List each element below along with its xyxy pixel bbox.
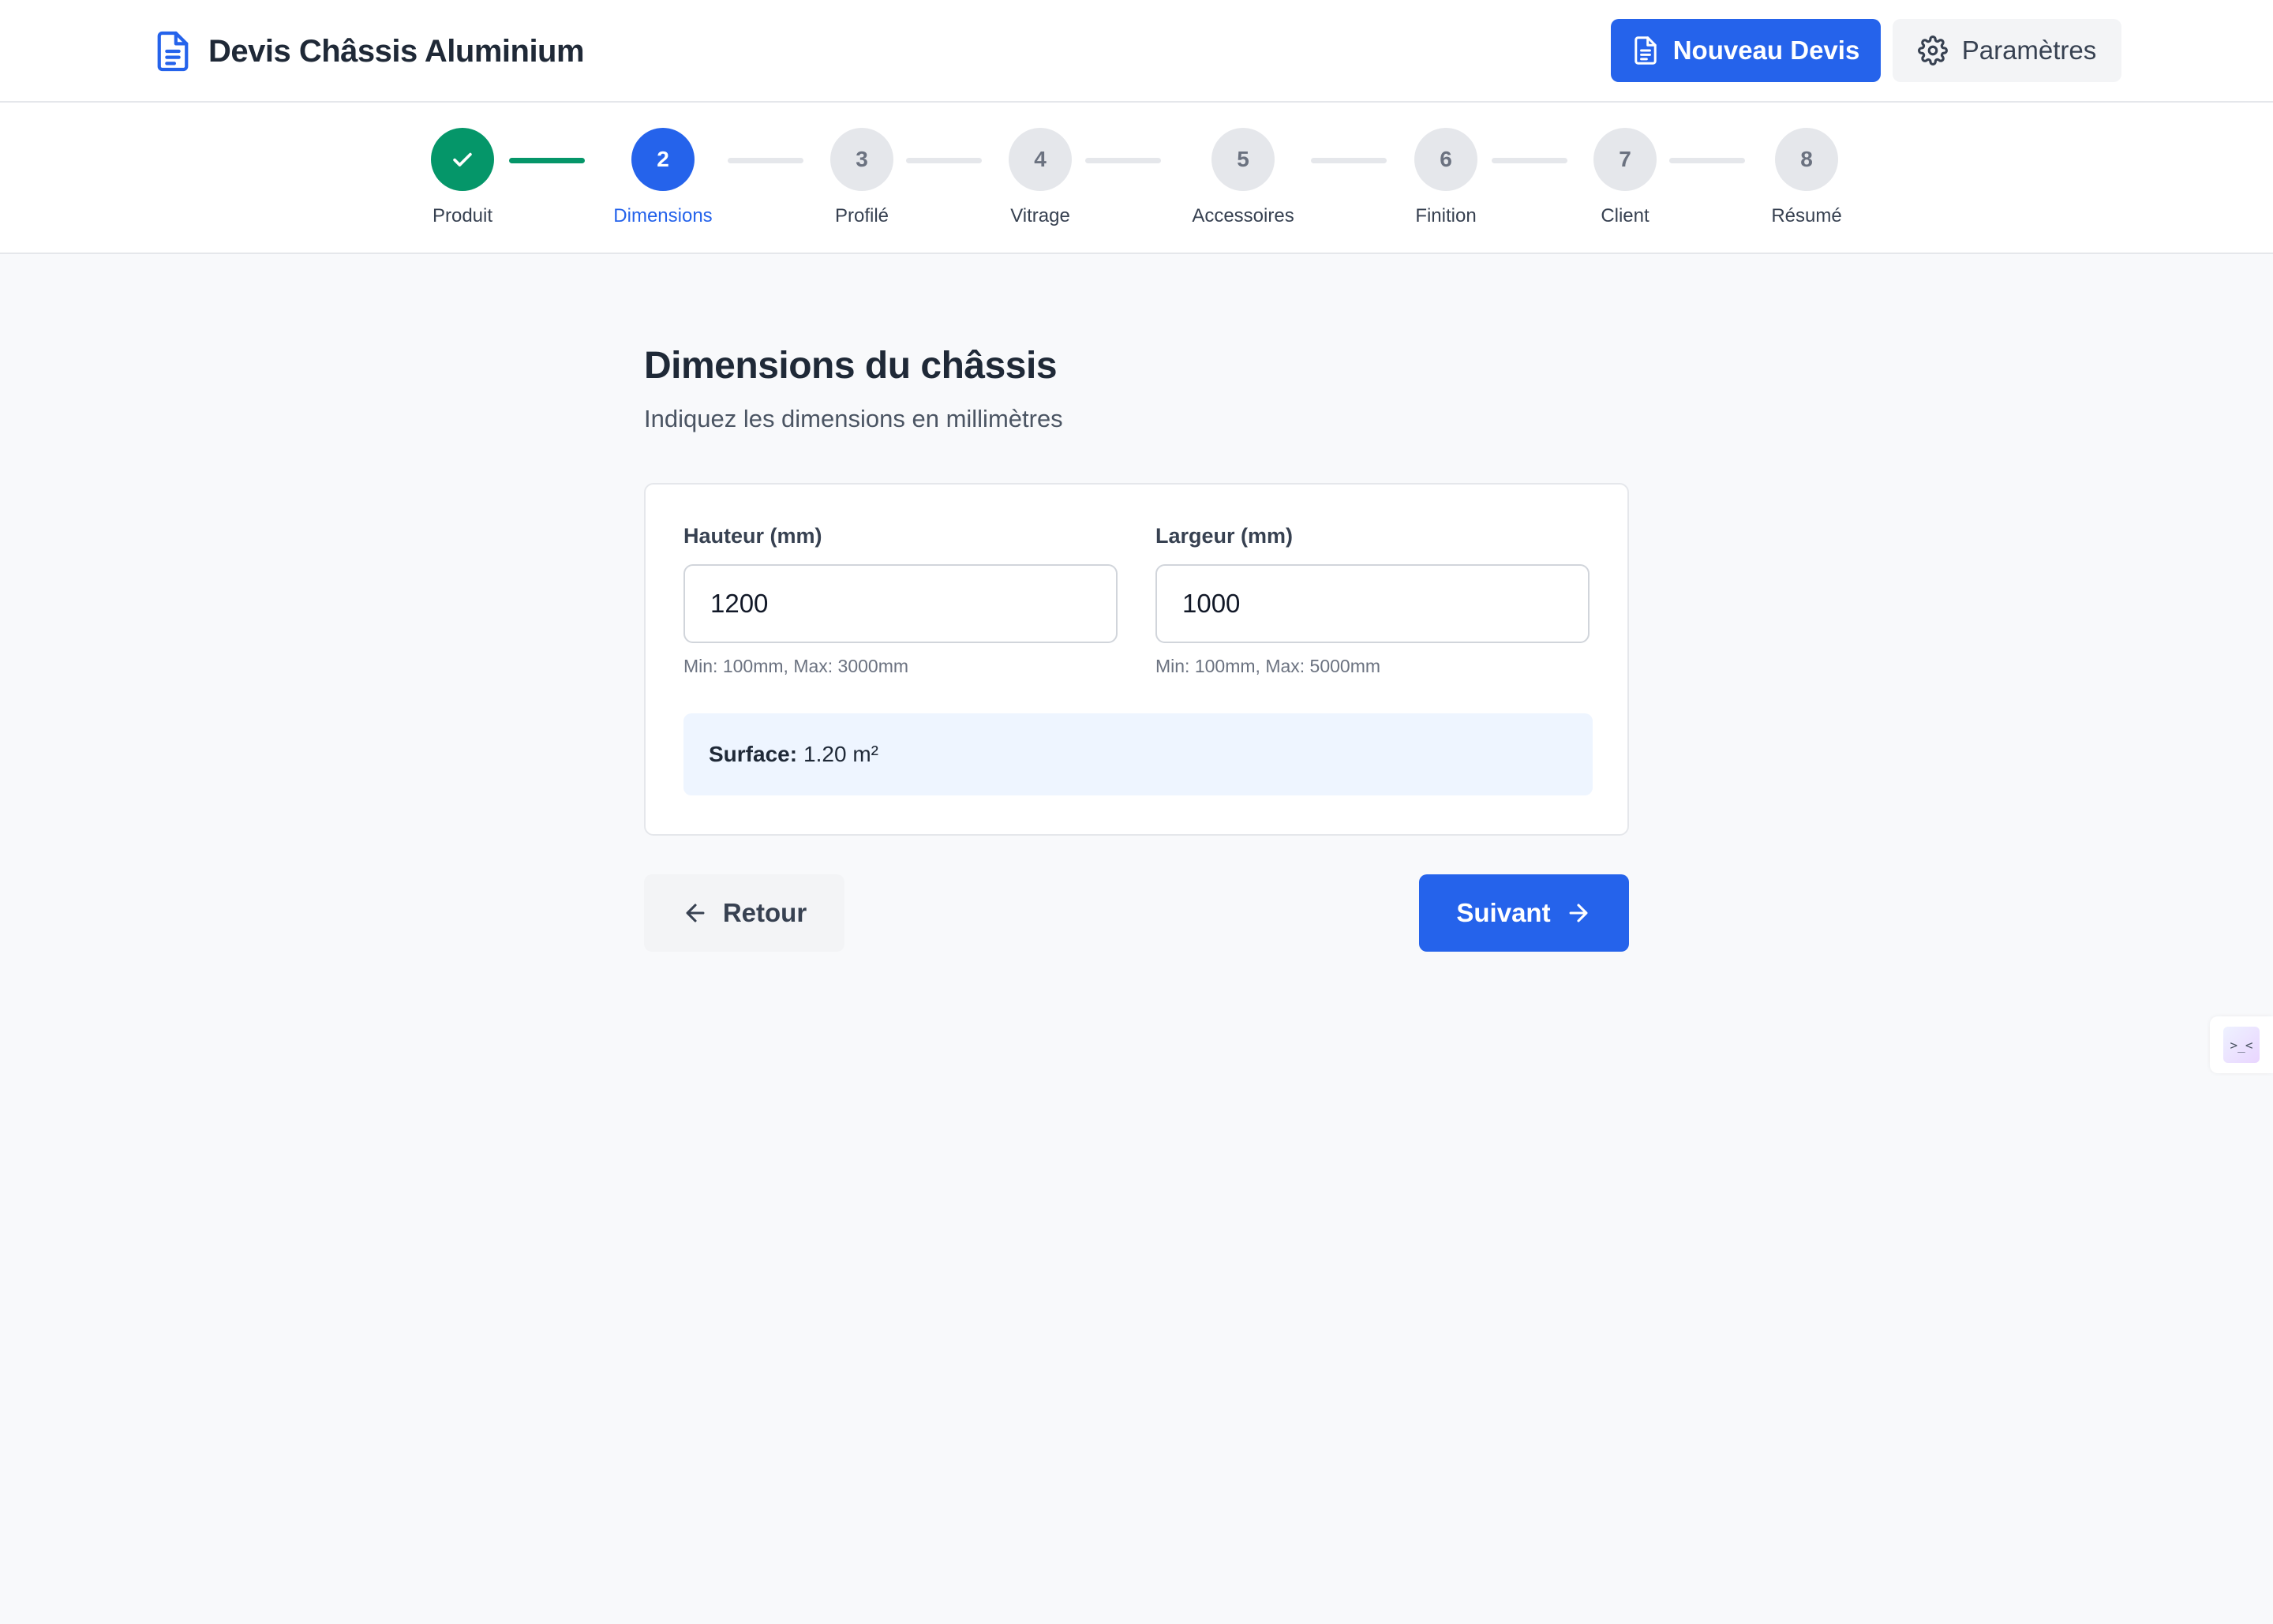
height-hint: Min: 100mm, Max: 3000mm — [683, 656, 909, 676]
step-accessoires[interactable]: 5 Accessoires — [1164, 128, 1322, 227]
step-circle: 8 — [1775, 128, 1838, 191]
step-produit[interactable]: Produit — [384, 128, 541, 227]
step-label: Résumé — [1771, 205, 1842, 226]
step-circle: 4 — [1009, 128, 1072, 191]
top-bar: Devis Châssis Aluminium Nouveau Devis Pa… — [0, 0, 2273, 103]
width-hint: Min: 100mm, Max: 5000mm — [1155, 656, 1381, 676]
assistant-widget[interactable]: >_< — [2210, 1016, 2273, 1073]
step-label: Finition — [1415, 205, 1477, 226]
step-label: Produit — [432, 205, 493, 226]
width-input[interactable] — [1155, 564, 1590, 643]
app-title: Devis Châssis Aluminium — [208, 33, 585, 69]
dimensions-form: Dimensions du châssis Indiquez les dimen… — [644, 344, 1631, 952]
step-circle: 2 — [631, 128, 695, 191]
surface-value: 1.20 m² — [803, 742, 878, 766]
settings-button[interactable]: Paramètres — [1893, 19, 2121, 82]
arrow-left-icon — [686, 904, 705, 922]
step-dimensions[interactable]: 2 Dimensions — [584, 128, 742, 227]
settings-label: Paramètres — [1961, 36, 2097, 65]
step-label: Dimensions — [613, 205, 713, 226]
stepper: Produit 2 Dimensions 3 Profilé 4 Vitrage… — [0, 103, 2273, 254]
next-button[interactable]: Suivant — [1419, 874, 1629, 952]
new-quote-label: Nouveau Devis — [1672, 36, 1860, 65]
new-quote-button[interactable]: Nouveau Devis — [1611, 19, 1881, 82]
step-circle: 3 — [830, 128, 893, 191]
height-input[interactable] — [683, 564, 1118, 643]
widget-icon: >_< — [2223, 1027, 2260, 1063]
surface-label: Surface: — [709, 742, 798, 766]
back-button[interactable]: Retour — [644, 874, 844, 952]
step-circle: 6 — [1414, 128, 1477, 191]
height-field: Hauteur (mm) Min: 100mm, Max: 3000mm — [683, 524, 1118, 677]
step-circle: 5 — [1211, 128, 1275, 191]
width-field: Largeur (mm) Min: 100mm, Max: 5000mm — [1155, 524, 1590, 677]
step-label: Profilé — [834, 205, 889, 226]
dimensions-card: Hauteur (mm) Min: 100mm, Max: 3000mm Lar… — [644, 483, 1629, 836]
page-title: Dimensions du châssis — [644, 345, 1058, 387]
step-label: Accessoires — [1192, 205, 1294, 226]
document-icon — [157, 31, 189, 72]
next-label: Suivant — [1456, 898, 1551, 927]
width-label: Largeur (mm) — [1155, 524, 1294, 548]
step-label: Vitrage — [1010, 205, 1070, 226]
step-profile[interactable]: 3 Profilé — [783, 128, 941, 227]
step-circle: 7 — [1593, 128, 1657, 191]
check-icon — [453, 152, 472, 167]
arrow-right-icon — [1569, 904, 1588, 922]
step-client[interactable]: 7 Client — [1546, 128, 1704, 227]
step-vitrage[interactable]: 4 Vitrage — [961, 128, 1119, 227]
step-circle — [431, 128, 494, 191]
height-label: Hauteur (mm) — [683, 524, 822, 548]
document-icon — [1634, 36, 1657, 65]
surface-summary: Surface: 1.20 m² — [683, 713, 1593, 795]
step-resume[interactable]: 8 Résumé — [1728, 128, 1885, 227]
step-finition[interactable]: 6 Finition — [1367, 128, 1525, 227]
step-label: Client — [1601, 205, 1650, 226]
back-label: Retour — [722, 898, 807, 927]
brand: Devis Châssis Aluminium — [155, 28, 585, 74]
gear-icon — [1917, 36, 1948, 65]
page-subtitle: Indiquez les dimensions en millimètres — [644, 405, 1063, 432]
